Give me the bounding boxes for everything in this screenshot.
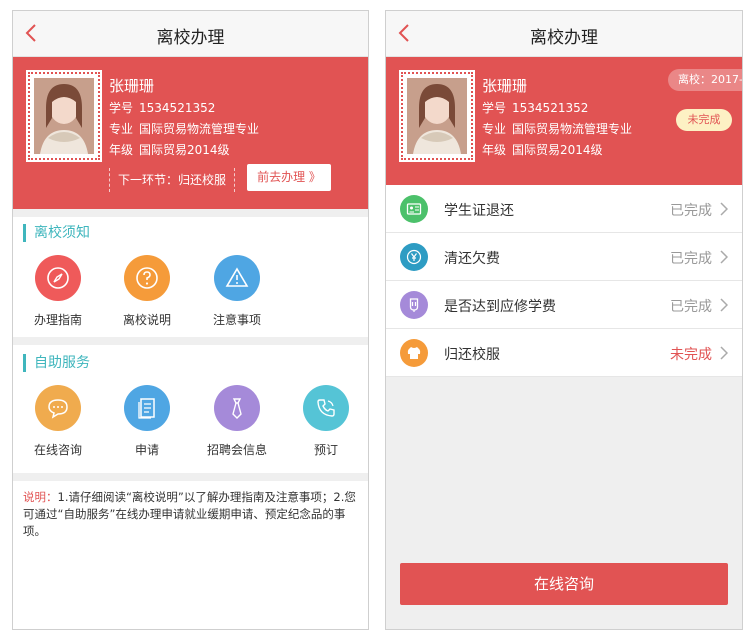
next-step-text: 下一环节：归还校服 — [109, 168, 236, 192]
grade-value: 国际贸易2014级 — [139, 143, 230, 157]
question-icon — [124, 255, 170, 301]
divider — [13, 337, 368, 345]
grade-label: 年级 — [109, 143, 134, 157]
nav-bar: 离校办理 — [13, 11, 368, 57]
id-label: 学号 — [482, 101, 507, 115]
task-label: 归还校服 — [444, 347, 500, 363]
list-item[interactable]: 归还校服 未完成 — [386, 329, 742, 377]
note-body: 1.请仔细阅读“离校说明”以了解办理指南及注意事项；2.您可通过“自助服务”在线… — [23, 490, 356, 538]
leave-time-tag: 离校：2017- — [668, 69, 742, 91]
compass-icon — [35, 255, 81, 301]
major-value: 国际贸易物流管理专业 — [139, 122, 260, 136]
grade-value: 国际贸易2014级 — [512, 143, 603, 157]
task-status: 已完成 — [670, 203, 712, 219]
bookmark-icon — [400, 291, 428, 319]
go-handle-button[interactable]: 前去办理 》 — [247, 164, 331, 191]
apply-label: 申请 — [134, 443, 159, 457]
chevron-right-icon — [720, 346, 728, 360]
list-item[interactable]: 学生证退还 已完成 — [386, 185, 742, 233]
student-info: 张珊珊 学号 1534521352 专业 国际贸易物流管理专业 年级 国际贸易2014… — [482, 75, 632, 161]
shirt-icon — [400, 339, 428, 367]
task-label: 学生证退还 — [444, 203, 514, 219]
service-section-title: 自助服务 — [23, 354, 90, 372]
guide-label: 办理指南 — [33, 313, 82, 327]
job-fair-item[interactable]: 招聘会信息 — [197, 385, 277, 458]
notice-item[interactable]: 注意事项 — [197, 255, 277, 328]
major-label: 专业 — [109, 122, 134, 136]
chat-icon — [35, 385, 81, 431]
chevron-right-icon — [720, 202, 728, 216]
leave-info-label: 离校说明 — [122, 313, 171, 327]
page-title: 离校办理 — [530, 28, 598, 48]
left-screen: 离校办理 张珊珊 学号 1534521352 专业 国际贸易物流管理专业 年级 国际贸… — [12, 10, 369, 630]
student-name: 张珊珊 — [109, 77, 155, 95]
guide-item[interactable]: 办理指南 — [18, 255, 98, 328]
student-card: 张珊珊 学号 1534521352 专业 国际贸易物流管理专业 年级 国际贸易2014… — [386, 57, 742, 185]
notice-section-title: 离校须知 — [23, 224, 90, 242]
avatar — [28, 72, 100, 160]
nav-bar: 离校办理 — [386, 11, 742, 57]
tie-icon — [214, 385, 260, 431]
student-info: 张珊珊 学号 1534521352 专业 国际贸易物流管理专业 年级 国际贸易2014… — [109, 75, 259, 161]
online-consult-label: 在线咨询 — [33, 443, 82, 457]
right-screen: 离校办理 张珊珊 学号 1534521352 专业 国际贸易物流管理专业 年级 国际贸… — [385, 10, 743, 630]
divider — [13, 473, 368, 481]
task-status: 已完成 — [670, 251, 712, 267]
id-card-icon — [400, 195, 428, 223]
job-fair-label: 招聘会信息 — [206, 443, 267, 457]
document-icon — [124, 385, 170, 431]
status-badge: 未完成 — [676, 109, 732, 131]
chevron-right-icon — [720, 250, 728, 264]
task-status: 已完成 — [670, 299, 712, 315]
list-item[interactable]: 是否达到应修学费 已完成 — [386, 281, 742, 329]
grade-label: 年级 — [482, 143, 507, 157]
warning-icon — [214, 255, 260, 301]
major-value: 国际贸易物流管理专业 — [512, 122, 633, 136]
phone-icon — [303, 385, 349, 431]
id-label: 学号 — [109, 101, 134, 115]
task-label: 是否达到应修学费 — [444, 299, 556, 315]
chevron-right-icon — [720, 298, 728, 312]
student-card: 张珊珊 学号 1534521352 专业 国际贸易物流管理专业 年级 国际贸易2014… — [13, 57, 368, 209]
yen-icon — [400, 243, 428, 271]
task-status: 未完成 — [670, 347, 712, 363]
list-item[interactable]: 清还欠费 已完成 — [386, 233, 742, 281]
online-consult-item[interactable]: 在线咨询 — [18, 385, 98, 458]
id-value: 1534521352 — [512, 101, 589, 115]
avatar — [401, 72, 473, 160]
note-text: 说明：1.请仔细阅读“离校说明”以了解办理指南及注意事项；2.您可通过“自助服务… — [23, 489, 361, 540]
page-title: 离校办理 — [156, 28, 225, 48]
task-list: 学生证退还 已完成 清还欠费 已完成 是否达到应修学费 已完成 归还校服 未完成 — [386, 185, 742, 377]
apply-item[interactable]: 申请 — [107, 385, 187, 458]
student-name: 张珊珊 — [482, 77, 528, 95]
reserve-item[interactable]: 预订 — [286, 385, 366, 458]
notice-label: 注意事项 — [212, 313, 261, 327]
major-label: 专业 — [482, 122, 507, 136]
task-label: 清还欠费 — [444, 251, 500, 267]
online-consult-button[interactable]: 在线咨询 — [400, 563, 728, 605]
reserve-label: 预订 — [313, 443, 338, 457]
note-prefix: 说明： — [23, 490, 58, 504]
divider — [13, 209, 368, 217]
leave-info-item[interactable]: 离校说明 — [107, 255, 187, 328]
id-value: 1534521352 — [139, 101, 216, 115]
